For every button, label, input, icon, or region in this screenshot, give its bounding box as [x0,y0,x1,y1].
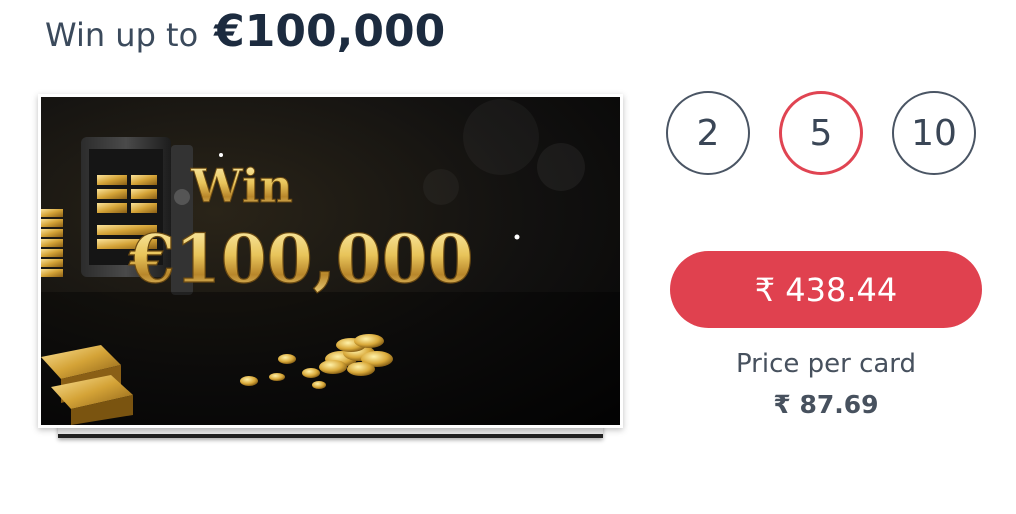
scratch-card-image[interactable]: Win €100,000 [38,94,623,428]
card-artwork: Win €100,000 [41,97,620,425]
svg-text:€100,000: €100,000 [128,220,473,298]
buy-price-button[interactable]: ₹ 438.44 [670,251,982,328]
quantity-selector: 2 5 10 [666,91,976,175]
win-up-to-label: Win up to [45,16,199,54]
max-prize-amount: €100,000 [214,6,446,57]
vault-and-gold-illustration: Win €100,000 [41,99,620,425]
quantity-option-10[interactable]: 10 [892,91,976,175]
price-per-card-label: Price per card [735,349,917,379]
quantity-option-5[interactable]: 5 [779,91,863,175]
scratch-card-purchase-widget: Win up to €100,000 Win €100,000 2 5 10 ₹… [0,0,1016,514]
card-stack[interactable]: Win €100,000 [38,94,628,444]
quantity-option-2[interactable]: 2 [666,91,750,175]
prize-header: Win up to €100,000 [45,6,445,76]
svg-text:Win: Win [190,159,293,213]
price-per-card-value: ₹ 87.69 [773,390,879,419]
